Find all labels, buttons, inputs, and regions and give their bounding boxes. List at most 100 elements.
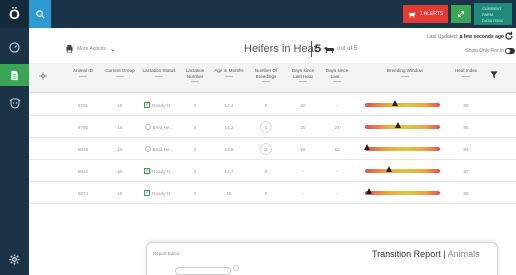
cow-icon (9, 98, 20, 109)
breeding-window (365, 160, 445, 182)
expand-button[interactable] (451, 5, 471, 23)
column-header-label: Heat Index (454, 68, 478, 73)
heat-index-cell: 86 (463, 124, 469, 130)
column-filter-icon[interactable] (155, 75, 163, 80)
breedings-badge[interactable]: 1 (260, 121, 272, 133)
column-filter-icon[interactable] (116, 75, 124, 80)
column-header[interactable]: Heat Index (453, 63, 479, 93)
table-row[interactable]: 9818 15 Bred He... 0 13.8 2 19 13 84 (29, 138, 516, 160)
column-filter-icon[interactable] (79, 75, 87, 80)
breeding-window-marker (386, 166, 392, 172)
column-filter-icon[interactable] (401, 75, 409, 80)
show-only-toggle[interactable] (505, 48, 515, 54)
table-cell: Bred He... (139, 138, 179, 160)
column-header-label: Days since Last Heat (291, 68, 315, 79)
alerts-label: 1 ALERTS (419, 11, 444, 17)
table-cell: 15 (117, 190, 123, 196)
column-header[interactable]: Age in Months (213, 63, 245, 93)
table-row[interactable]: 9785 15 Bred He... 0 14.2 1 20 21 86 (29, 116, 516, 138)
more-actions-label: More Actions (77, 46, 106, 52)
last-updated-label: Last Updated: (427, 34, 460, 40)
status-text: Bred He... (152, 146, 174, 152)
table-row[interactable]: 9822 15 ✓ Ready H... 0 13.7 0 - - 87 (29, 160, 516, 182)
column-header[interactable]: Number Of Breedings (249, 63, 283, 93)
table-filter-button[interactable] (484, 63, 504, 93)
table-cell: - (302, 168, 304, 174)
bred-status-icon (144, 124, 151, 130)
status-text: Bred He... (152, 124, 174, 130)
status-text: Ready H... (152, 190, 174, 196)
table-cell: ✓ Ready H... (139, 94, 179, 116)
table-cell: 15 (226, 190, 232, 196)
table-row[interactable]: 9781 15 ✓ Ready H... 0 14.4 0 20 - 86 (29, 94, 516, 116)
table-cell: 14.4 (224, 102, 234, 108)
breeding-window-bar (365, 103, 440, 107)
table-cell: 13.8 (224, 146, 234, 152)
document-icon (11, 70, 18, 80)
filter-icon (490, 71, 498, 79)
more-actions-dropdown[interactable]: More Actions ⌄ (66, 45, 116, 53)
gear-icon (39, 72, 47, 80)
check-icon: ✓ (144, 190, 151, 196)
column-filter-icon[interactable] (299, 81, 307, 85)
report-filter-toggle[interactable] (233, 265, 239, 271)
farm-selector[interactable]: CURRENT FARM DATA ITEM (474, 3, 512, 25)
column-header[interactable]: Days since Last... (321, 63, 353, 93)
column-header-label: Number Of Breedings (254, 68, 278, 79)
table-cell: - (336, 168, 338, 174)
table-cell: - (302, 190, 304, 196)
check-icon: ✓ (144, 168, 151, 174)
column-header[interactable]: Lactation Status (139, 63, 179, 93)
chevron-down-icon: ⌄ (109, 46, 116, 53)
search-button[interactable] (29, 0, 51, 28)
table-row[interactable]: 9874 15 ✓ Ready H... 0 15 0 - - 88 (29, 182, 516, 204)
column-header[interactable]: Current Group (105, 63, 135, 93)
report-filter-chip[interactable] (175, 267, 231, 275)
status-text: Ready H... (152, 168, 174, 174)
column-header-label: Current Group (105, 68, 135, 73)
column-settings[interactable] (35, 63, 51, 93)
column-filter-icon[interactable] (262, 81, 270, 85)
column-filter-icon[interactable] (462, 75, 470, 80)
title-divider (311, 41, 312, 57)
column-header[interactable]: Lactation Number (181, 63, 209, 93)
table-cell: 13.7 (224, 168, 234, 174)
sidebar-item-reports[interactable] (0, 64, 29, 86)
table-cell: 0 (264, 190, 268, 196)
sidebar-item-dashboard[interactable] (0, 36, 29, 58)
column-filter-icon[interactable] (191, 81, 199, 85)
last-updated: Last Updated: a few seconds ago (427, 34, 504, 40)
column-filter-icon[interactable] (333, 81, 341, 85)
table-header: Animal ID Current Group Lactation Status La… (29, 63, 516, 93)
table-cell: 13 (334, 146, 340, 152)
table-cell: 9781 (77, 102, 89, 108)
column-header[interactable]: Days since Last Heat (287, 63, 319, 93)
table-cell: 2 (249, 138, 283, 160)
column-header-label: Lactation Number (185, 68, 205, 79)
farm-label-line: DATA ITEM (482, 18, 503, 23)
breedings-badge[interactable]: 2 (260, 143, 272, 155)
report-title-text: Transition Report (372, 249, 441, 259)
transition-report-panel[interactable]: Report Editor Transition Report | Animal… (146, 242, 498, 275)
alerts-button[interactable]: 1 ALERTS (403, 5, 448, 23)
gauge-icon (9, 41, 20, 53)
table-cell: 0 (264, 102, 268, 108)
table-cell: 9822 (77, 168, 89, 174)
breeding-window-marker (365, 188, 372, 194)
column-header-label: Animal ID (73, 68, 93, 73)
table-cell: 21 (334, 124, 340, 130)
refresh-icon[interactable] (504, 31, 514, 41)
report-title: Transition Report | Animals (372, 249, 480, 259)
sidebar-item-settings[interactable] (0, 248, 29, 270)
heat-index-cell: 86 (463, 102, 469, 108)
animal-count: 5 out of 5 (315, 43, 357, 55)
app-logo[interactable]: Ö (0, 0, 29, 28)
column-filter-icon[interactable] (225, 75, 233, 80)
breeding-window-marker (395, 122, 401, 128)
column-header[interactable]: Breeding Window (359, 63, 451, 93)
table-cell: - (336, 102, 338, 108)
sidebar-item-animals[interactable] (0, 92, 29, 114)
column-header[interactable]: Animal ID (65, 63, 101, 93)
cow-icon (324, 46, 335, 53)
logo-glyph: Ö (9, 6, 20, 22)
